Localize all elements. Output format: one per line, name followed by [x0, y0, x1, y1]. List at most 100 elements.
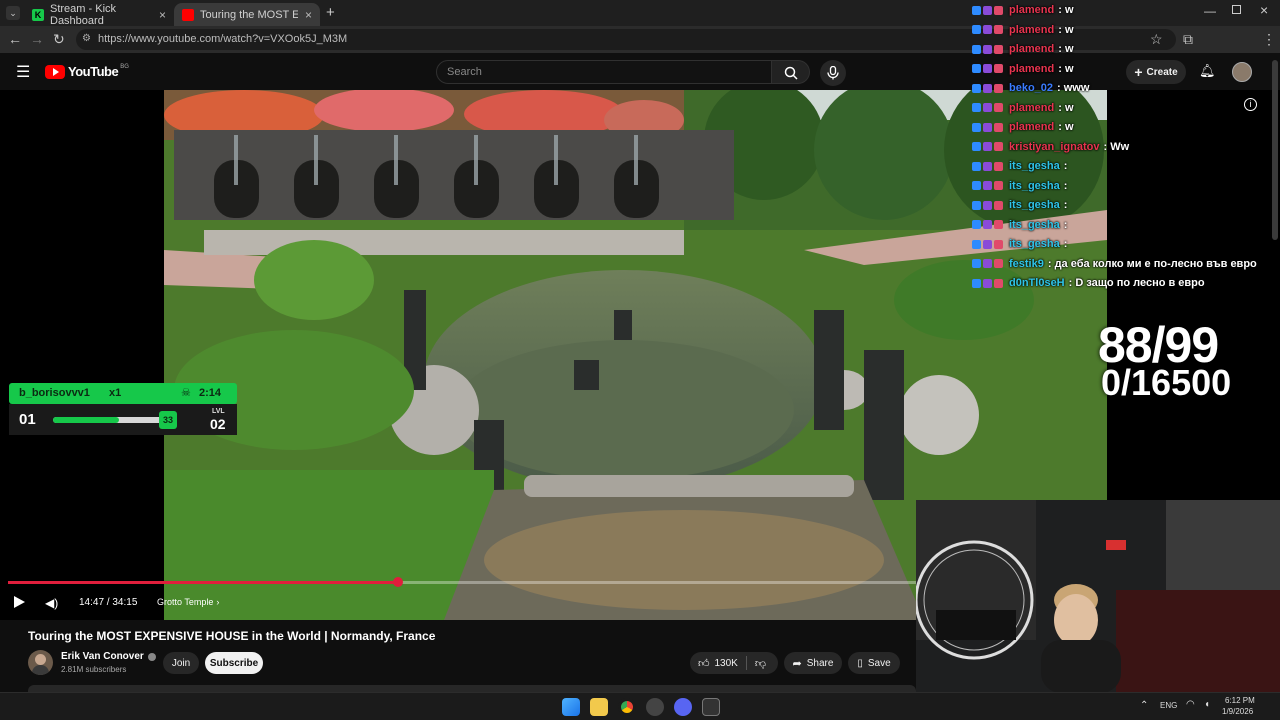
steam-icon[interactable]: [646, 698, 664, 716]
chevron-up-icon[interactable]: ⌃: [1140, 700, 1148, 711]
level-widget-body: 01 33 LVL 02: [9, 404, 237, 435]
chat-text: : w: [1058, 23, 1074, 36]
chat-badge-icon: [972, 220, 981, 229]
chat-message: plamend: w: [972, 21, 1074, 39]
file-explorer-icon[interactable]: [590, 698, 608, 716]
chat-badge-icon: [983, 64, 992, 73]
new-tab-button[interactable]: +: [326, 4, 335, 21]
chat-badge-icon: [972, 103, 981, 112]
forward-icon[interactable]: →: [30, 32, 44, 46]
chat-username: its_gesha: [1009, 179, 1060, 192]
webcam-image: [916, 500, 1280, 693]
progress-played: [8, 581, 399, 584]
chevron-right-icon: ›: [216, 597, 220, 607]
chat-badge-icon: [994, 239, 1003, 249]
channel-avatar[interactable]: [28, 650, 53, 675]
next-level: 02: [210, 416, 226, 432]
windows-taskbar: ⌃ ENG ◠ ◖ 6:12 PM 1/9/2026: [0, 692, 1280, 720]
terminal-icon[interactable]: [702, 698, 720, 716]
chat-username: beko_02: [1009, 82, 1054, 94]
site-info-icon[interactable]: ⚙: [82, 33, 91, 44]
chat-username: its_gesha: [1009, 218, 1060, 231]
bookmark-icon: ▯: [857, 657, 863, 669]
chat-message: kristiyan_ignatov: Ww: [972, 138, 1129, 156]
thumbs-up-icon: 👍︎: [698, 657, 710, 670]
chat-badge-icon: [972, 64, 981, 73]
time-display: 14:47 / 34:15: [79, 597, 138, 608]
close-icon[interactable]: ×: [305, 8, 312, 22]
chat-badge-icon: [983, 5, 992, 15]
windows-start-icon[interactable]: [562, 698, 580, 716]
clock-date[interactable]: 1/9/2026: [1222, 707, 1253, 716]
chat-badge-icon: [983, 83, 992, 93]
widget-timer: 2:14: [199, 387, 222, 399]
chat-username: plamend: [1009, 43, 1055, 55]
chat-badge-icon: [994, 103, 1003, 112]
chat-username: d0nTl0seH: [1009, 277, 1065, 289]
level-progress-fill: [53, 417, 119, 423]
channel-name[interactable]: Erik Van Conover: [61, 651, 156, 662]
voice-search-button[interactable]: [820, 60, 846, 86]
back-icon[interactable]: ←: [8, 32, 22, 46]
thumbs-down-icon[interactable]: 👎︎: [755, 657, 766, 670]
search-input[interactable]: Search: [436, 60, 772, 84]
tab-kick-dashboard[interactable]: K Stream - Kick Dashboard ×: [24, 3, 174, 27]
level-badge: 33: [159, 411, 177, 429]
chat-badge-icon: [972, 200, 981, 210]
chat-text: : w: [1058, 43, 1074, 55]
progress-bar[interactable]: [8, 577, 916, 587]
chapter-title[interactable]: Grotto Temple ›: [157, 597, 219, 607]
chat-badge-icon: [983, 44, 992, 54]
chat-badge-icon: [994, 278, 1003, 288]
stream-chat-overlay: plamend: w plamend: w plamend: w plamend: w…: [972, 0, 1272, 300]
volume-icon[interactable]: ◀︎): [45, 596, 58, 610]
play-button[interactable]: [14, 596, 25, 608]
chat-badge-icon: [994, 5, 1003, 15]
chat-message: its_gesha:: [972, 216, 1067, 234]
search-button[interactable]: [772, 60, 810, 84]
chat-message: plamend: w: [972, 118, 1074, 136]
chat-badge-icon: [994, 122, 1003, 132]
chat-message: plamend: w: [972, 99, 1074, 117]
youtube-logo[interactable]: YouTube BG: [45, 64, 129, 79]
like-button[interactable]: 👍︎ 130K: [698, 657, 738, 670]
subscribe-button[interactable]: Subscribe: [205, 652, 263, 674]
tab-title: Touring the MOST EXPENSIVE H: [200, 8, 298, 21]
chat-badge-icon: [972, 181, 981, 190]
clock-time[interactable]: 6:12 PM: [1225, 696, 1255, 705]
chat-badge-icon: [972, 278, 981, 288]
save-label: Save: [867, 657, 891, 669]
tab-youtube-video[interactable]: Touring the MOST EXPENSIVE H ×: [174, 3, 320, 26]
chat-badge-icon: [983, 142, 992, 151]
chat-text: : w: [1058, 62, 1074, 75]
chat-text: : w: [1058, 101, 1074, 114]
page-scrollbar[interactable]: [1272, 60, 1278, 240]
close-icon[interactable]: ×: [159, 8, 166, 22]
chat-message: beko_02: www: [972, 79, 1089, 97]
chat-badge-icon: [972, 161, 981, 171]
language-indicator[interactable]: ENG: [1160, 701, 1177, 710]
save-button[interactable]: ▯ Save: [848, 652, 900, 674]
lvl-label: LVL: [212, 408, 225, 415]
reload-icon[interactable]: ↻: [53, 32, 65, 46]
chat-badge-icon: [994, 83, 1003, 93]
chat-message: festik9: да еба колко ми е по-лесно във …: [972, 255, 1257, 273]
description-box-edge: [28, 685, 916, 692]
tab-list-button[interactable]: ⌄: [6, 6, 20, 20]
chrome-icon[interactable]: [618, 698, 636, 716]
chat-username: its_gesha: [1009, 199, 1060, 211]
discord-icon[interactable]: [674, 698, 692, 716]
share-icon: ➦: [792, 657, 802, 670]
hamburger-menu-icon[interactable]: ☰: [16, 62, 30, 82]
join-button[interactable]: Join: [163, 652, 199, 674]
chat-badge-icon: [972, 5, 981, 15]
chat-badge-icon: [983, 259, 992, 268]
chat-badge-icon: [972, 122, 981, 132]
chat-badge-icon: [994, 25, 1003, 34]
share-button[interactable]: ➦ Share: [784, 652, 842, 674]
widget-username: b_borisovvv1: [19, 387, 90, 399]
microphone-icon: [827, 66, 839, 80]
kick-icon: K: [32, 8, 44, 21]
wifi-icon[interactable]: ◠: [1186, 699, 1195, 710]
speaker-icon[interactable]: ◖: [1204, 699, 1210, 710]
